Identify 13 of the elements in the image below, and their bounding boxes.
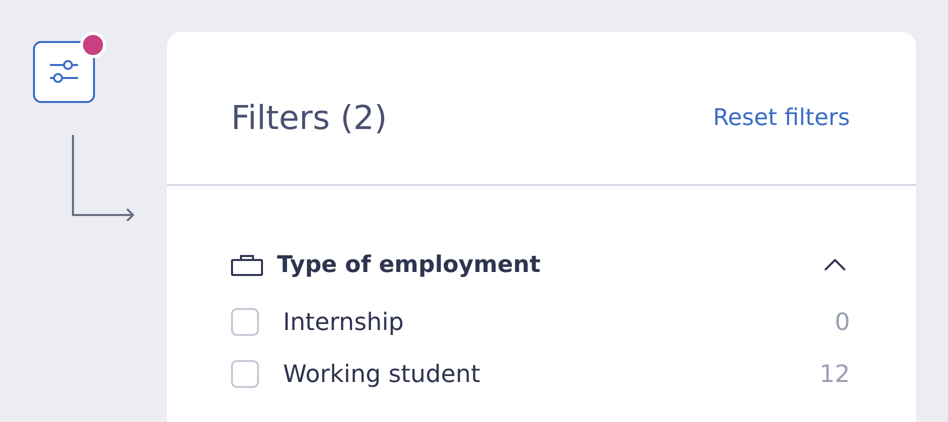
- chevron-icon: [824, 258, 846, 271]
- panel-title: Filters (2): [231, 98, 388, 138]
- option-count: 0: [834, 308, 850, 336]
- sliders-icon: [49, 59, 79, 85]
- briefcase-icon: [231, 254, 263, 276]
- reset-filters-link[interactable]: Reset filters: [712, 104, 850, 131]
- section-title: Type of employment: [277, 252, 542, 278]
- option-label: Working student: [283, 360, 482, 388]
- checkbox[interactable]: [231, 360, 259, 388]
- option-count: 12: [819, 360, 850, 388]
- option-label: Internship: [283, 308, 405, 336]
- filter-button[interactable]: [33, 41, 95, 103]
- checkbox[interactable]: [231, 308, 259, 336]
